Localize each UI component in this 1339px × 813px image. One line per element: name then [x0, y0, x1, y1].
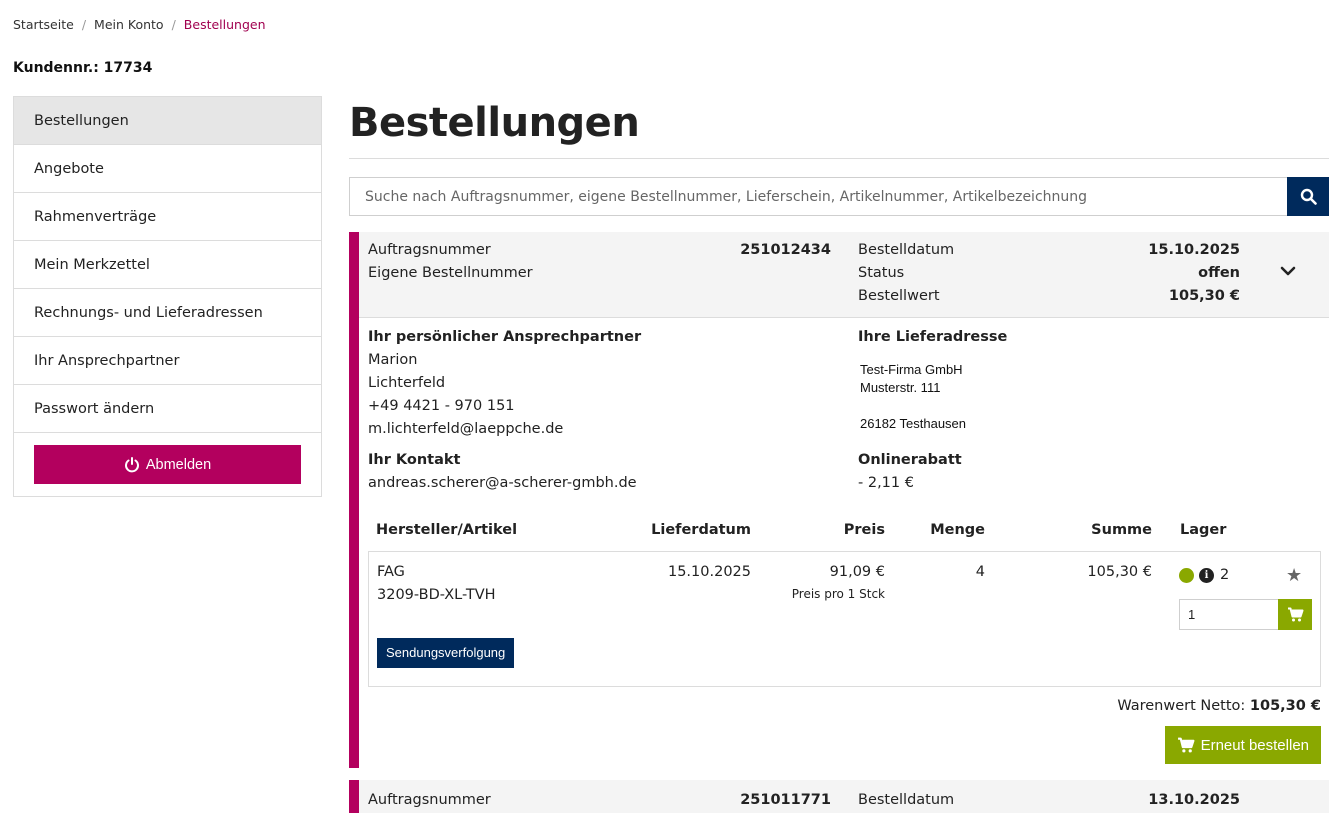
- order-header[interactable]: Auftragsnummer 251012434 Eigene Bestelln…: [359, 232, 1329, 318]
- logout-label: Abmelden: [145, 456, 212, 473]
- reorder-label: Erneut bestellen: [1200, 736, 1309, 754]
- col-stock: Lager: [1180, 522, 1227, 538]
- item-price: 91,09 €: [829, 564, 885, 580]
- order-card: Auftragsnummer 251012434 Eigene Bestelln…: [349, 232, 1329, 768]
- order-status: offen: [1198, 265, 1240, 281]
- own-contact-email: andreas.scherer@a-scherer-gmbh.de: [368, 475, 637, 491]
- chevron-down-icon[interactable]: [1279, 262, 1297, 280]
- status-label: Status: [858, 265, 905, 281]
- contact-first-name: Marion: [368, 352, 418, 368]
- net-value-label: Warenwert Netto:: [1117, 698, 1246, 714]
- sidebar-item-frame-contracts[interactable]: Rahmenverträge: [14, 193, 321, 241]
- reorder-button[interactable]: Erneut bestellen: [1164, 726, 1321, 764]
- item-manufacturer: FAG: [377, 564, 405, 580]
- net-value: Warenwert Netto: 105,30 €: [1117, 698, 1321, 714]
- order-date: 15.10.2025: [1148, 242, 1240, 258]
- sidebar-item-orders[interactable]: Bestellungen: [14, 97, 321, 145]
- account-sidebar: Bestellungen Angebote Rahmenverträge Mei…: [13, 96, 322, 497]
- sidebar-item-contact-person[interactable]: Ihr Ansprechpartner: [14, 337, 321, 385]
- star-icon[interactable]: ★: [1286, 565, 1302, 586]
- col-quantity: Menge: [930, 522, 985, 538]
- sidebar-item-addresses[interactable]: Rechnungs- und Lieferadressen: [14, 289, 321, 337]
- search-button[interactable]: [1287, 177, 1329, 216]
- order-value: 105,30 €: [1168, 288, 1240, 304]
- cart-icon: [1287, 607, 1303, 622]
- order-number-label: Auftragsnummer: [368, 242, 491, 258]
- order-search: [349, 177, 1329, 216]
- order-card-collapsed[interactable]: Auftragsnummer 251011771 Bestelldatum 13…: [349, 780, 1329, 813]
- online-discount-title: Onlinerabatt: [858, 452, 962, 468]
- breadcrumb-separator: /: [171, 17, 176, 32]
- item-delivery-date: 15.10.2025: [667, 564, 751, 580]
- own-order-number-label: Eigene Bestellnummer: [368, 265, 533, 281]
- sidebar-item-wishlist[interactable]: Mein Merkzettel: [14, 241, 321, 289]
- divider: [349, 158, 1329, 159]
- online-discount: - 2,11 €: [858, 475, 914, 491]
- contact-phone[interactable]: +49 4421 - 970 151: [368, 398, 515, 414]
- order-date: 13.10.2025: [1148, 792, 1240, 808]
- logout-button[interactable]: Abmelden: [34, 445, 301, 484]
- order-number: 251012434: [740, 242, 831, 258]
- search-input[interactable]: [349, 177, 1287, 216]
- info-icon[interactable]: i: [1199, 568, 1214, 583]
- col-price: Preis: [843, 522, 885, 538]
- breadcrumb-current: Bestellungen: [183, 17, 266, 32]
- item-article-number[interactable]: 3209-BD-XL-TVH: [377, 587, 496, 603]
- order-number-label: Auftragsnummer: [368, 792, 491, 808]
- col-sum: Summe: [1091, 522, 1152, 538]
- net-value-amount: 105,30 €: [1249, 698, 1321, 714]
- item-quantity: 4: [975, 564, 985, 580]
- contact-email[interactable]: m.lichterfeld@laeppche.de: [368, 421, 563, 437]
- main-content: Bestellungen Auftragsnummer 251012434 Ei…: [349, 96, 1329, 813]
- contact-last-name: Lichterfeld: [368, 375, 446, 391]
- order-date-label: Bestelldatum: [858, 792, 955, 808]
- order-value-label: Bestellwert: [858, 288, 940, 304]
- cart-icon: [1177, 737, 1195, 753]
- power-icon: [124, 456, 139, 472]
- tracking-button[interactable]: Sendungsverfolgung: [377, 638, 515, 668]
- contact-person-title: Ihr persönlicher Ansprechpartner: [368, 329, 642, 345]
- order-date-label: Bestelldatum: [858, 242, 955, 258]
- add-to-cart-button[interactable]: [1278, 599, 1312, 630]
- breadcrumb: Startseite / Mein Konto / Bestellungen: [13, 17, 266, 32]
- page-title: Bestellungen: [349, 100, 640, 146]
- stock-status-dot: [1179, 568, 1194, 583]
- sidebar-item-change-password[interactable]: Passwort ändern: [14, 385, 321, 433]
- breadcrumb-separator: /: [81, 17, 87, 32]
- breadcrumb-account[interactable]: Mein Konto: [94, 17, 164, 32]
- customer-number: Kundennr.: 17734: [13, 60, 153, 76]
- stock-count: 2: [1220, 567, 1230, 583]
- own-contact-title: Ihr Kontakt: [368, 452, 461, 468]
- order-number: 251011771: [740, 792, 831, 808]
- col-delivery-date: Lieferdatum: [651, 522, 751, 538]
- delivery-company: Test-Firma GmbH: [860, 362, 963, 377]
- breadcrumb-home[interactable]: Startseite: [13, 17, 74, 32]
- delivery-city: 26182 Testhausen: [860, 416, 967, 431]
- search-icon: [1300, 188, 1317, 205]
- delivery-address-title: Ihre Lieferadresse: [858, 329, 1008, 345]
- order-item: FAG 3209-BD-XL-TVH 15.10.2025 91,09 € Pr…: [368, 551, 1321, 687]
- quantity-input[interactable]: [1179, 599, 1279, 630]
- item-price-unit: Preis pro 1 Stck: [791, 587, 885, 601]
- item-sum: 105,30 €: [1087, 564, 1152, 580]
- col-article: Hersteller/Artikel: [376, 522, 518, 538]
- delivery-street: Musterstr. 111: [860, 380, 941, 395]
- sidebar-item-offers[interactable]: Angebote: [14, 145, 321, 193]
